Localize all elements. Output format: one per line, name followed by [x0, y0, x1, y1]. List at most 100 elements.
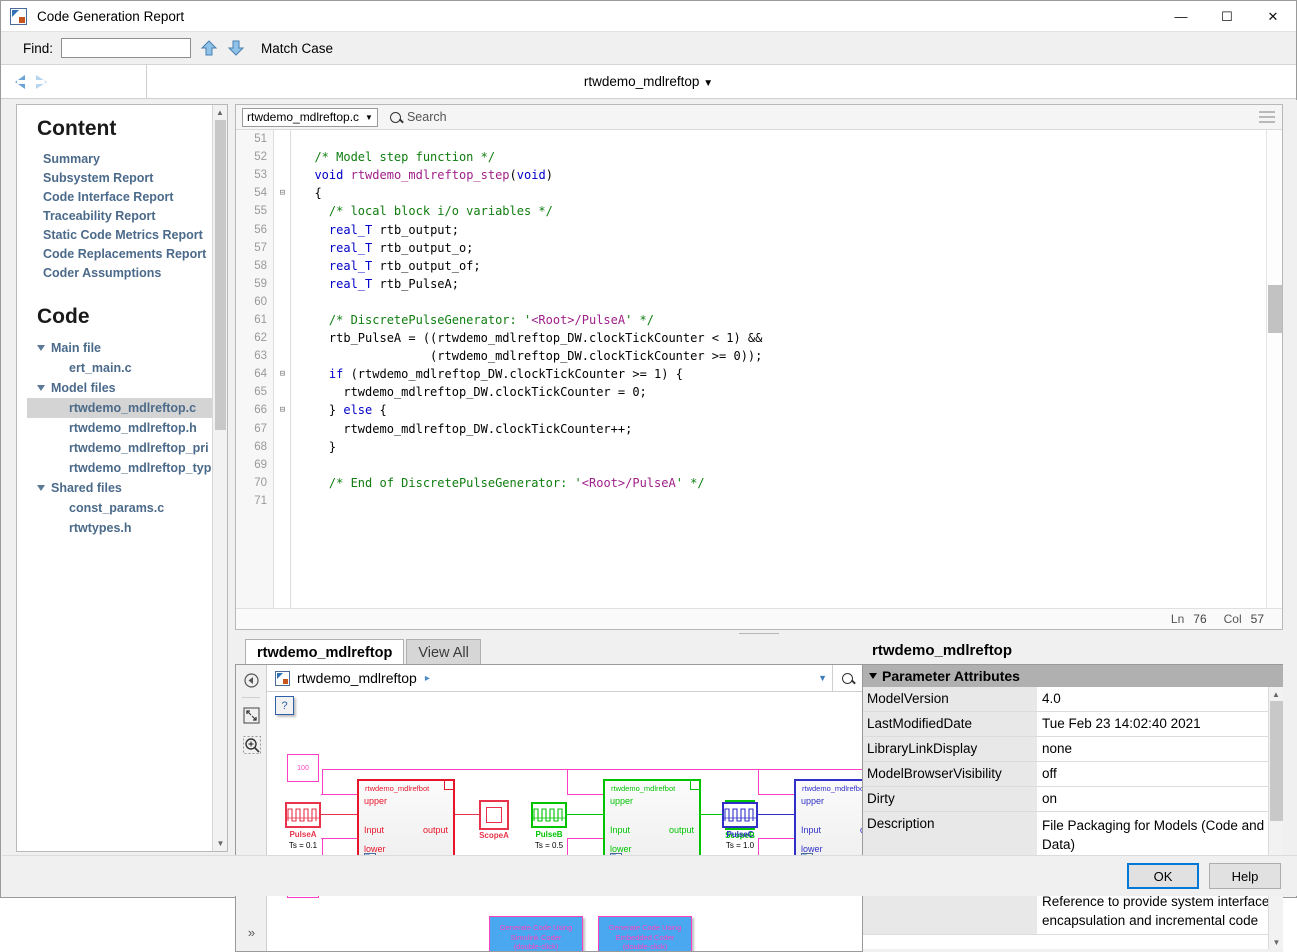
- fold-toggle-icon[interactable]: ⊟: [274, 405, 291, 415]
- line-number: 68: [254, 440, 267, 453]
- scroll-up-icon[interactable]: ▲: [213, 105, 227, 120]
- zoom-in-icon[interactable]: [236, 730, 267, 760]
- code-search[interactable]: Search: [389, 110, 447, 124]
- scrollbar-thumb[interactable]: [215, 120, 226, 430]
- horizontal-splitter[interactable]: [235, 631, 1283, 636]
- code-line[interactable]: 64 ⊟ if (rtwdemo_mdlreftop_DW.clockTickCo…: [236, 365, 1265, 383]
- code-lines[interactable]: 51 52 /* Model step function */53 void rt…: [236, 130, 1265, 510]
- sidebar-file-rtwtypes-h[interactable]: rtwtypes.h: [27, 518, 227, 538]
- report-title[interactable]: rtwdemo_mdlreftop ▼: [1, 74, 1296, 89]
- code-line[interactable]: 58 real_T rtb_output_of;: [236, 257, 1265, 275]
- sidebar-file-rtwdemo-mdlreftop-c[interactable]: rtwdemo_mdlreftop.c: [27, 398, 227, 418]
- fit-to-view-icon[interactable]: [236, 700, 267, 730]
- fold-toggle-icon[interactable]: ⊟: [274, 188, 291, 198]
- diagram-search-button[interactable]: [832, 665, 862, 691]
- minimize-icon[interactable]: —: [1158, 1, 1204, 32]
- scroll-down-icon[interactable]: ▼: [1269, 935, 1283, 949]
- sidebar-item-summary[interactable]: Summary: [27, 150, 227, 169]
- sidebar-item-subsystem-report[interactable]: Subsystem Report: [27, 169, 227, 188]
- close-icon[interactable]: ✕: [1250, 1, 1296, 32]
- code-line[interactable]: 59 real_T rtb_PulseA;: [236, 275, 1265, 293]
- PulseA-block[interactable]: [285, 802, 321, 828]
- breadcrumb-model-name[interactable]: rtwdemo_mdlreftop: [297, 670, 417, 686]
- code-line[interactable]: 65 rtwdemo_mdlreftop_DW.clockTickCounter…: [236, 383, 1265, 401]
- PulseB-block[interactable]: [531, 802, 567, 828]
- code-line[interactable]: 54 ⊟ {: [236, 184, 1265, 202]
- code-line[interactable]: 71: [236, 492, 1265, 510]
- code-line[interactable]: 52 /* Model step function */: [236, 148, 1265, 166]
- param-value: 4.0: [1037, 687, 1283, 711]
- table-row[interactable]: ModelBrowserVisibility off: [863, 762, 1283, 787]
- sidebar-file-rtwdemo-mdlreftop-private[interactable]: rtwdemo_mdlreftop_pri: [27, 438, 227, 458]
- scrollbar-thumb[interactable]: [1268, 285, 1282, 333]
- ScopeA-block[interactable]: [479, 800, 509, 830]
- sidebar-file-ert-main-c[interactable]: ert_main.c: [27, 358, 227, 378]
- wire-upper-a2: [321, 794, 357, 796]
- code-line[interactable]: 51: [236, 130, 1265, 148]
- param-section-header[interactable]: Parameter Attributes: [863, 664, 1283, 687]
- find-next-icon[interactable]: [227, 38, 245, 58]
- scrollbar-thumb[interactable]: [1270, 701, 1283, 821]
- code-line[interactable]: 68 }: [236, 438, 1265, 456]
- const-100-block[interactable]: 100: [287, 754, 319, 782]
- find-previous-icon[interactable]: [200, 38, 218, 58]
- ok-button[interactable]: OK: [1127, 863, 1199, 889]
- PulseC-block[interactable]: [722, 802, 758, 828]
- code-line[interactable]: 62 rtb_PulseA = ((rtwdemo_mdlreftop_DW.c…: [236, 329, 1265, 347]
- sidebar-item-traceability-report[interactable]: Traceability Report: [27, 207, 227, 226]
- sidebar-heading-content: Content: [37, 117, 117, 140]
- table-row[interactable]: LastModifiedDate Tue Feb 23 14:02:40 202…: [863, 712, 1283, 737]
- sidebar-file-rtwdemo-mdlreftop-h[interactable]: rtwdemo_mdlreftop.h: [27, 418, 227, 438]
- code-line[interactable]: 66 ⊟ } else {: [236, 401, 1265, 419]
- sidebar-group-main-file[interactable]: Main file: [27, 338, 227, 358]
- help-button[interactable]: Help: [1209, 863, 1281, 889]
- find-input[interactable]: [61, 38, 192, 58]
- scroll-down-icon[interactable]: ▼: [213, 836, 227, 851]
- code-line[interactable]: 61 /* DiscretePulseGenerator: '<Root>/Pu…: [236, 311, 1265, 329]
- table-row[interactable]: Dirty on: [863, 787, 1283, 812]
- sidebar-item-static-code-metrics-report[interactable]: Static Code Metrics Report: [27, 226, 227, 245]
- splitter-grip[interactable]: [739, 633, 779, 634]
- menu-icon[interactable]: [1259, 111, 1275, 126]
- match-case-label[interactable]: Match Case: [261, 41, 333, 56]
- param-scrollbar[interactable]: ▲ ▼: [1268, 687, 1283, 949]
- code-line[interactable]: 60: [236, 293, 1265, 311]
- sidebar-heading-code: Code: [37, 305, 90, 328]
- scroll-up-icon[interactable]: ▲: [1269, 687, 1283, 701]
- sidebar-group-model-files[interactable]: Model files: [27, 378, 227, 398]
- sidebar-item-code-interface-report[interactable]: Code Interface Report: [27, 188, 227, 207]
- sidebar-item-code-replacements-report[interactable]: Code Replacements Report: [27, 245, 227, 264]
- code-line[interactable]: 67 rtwdemo_mdlreftop_DW.clockTickCounter…: [236, 420, 1265, 438]
- code-text: if (rtwdemo_mdlreftop_DW.clockTickCounte…: [328, 367, 683, 382]
- code-line[interactable]: 55 /* local block i/o variables */: [236, 202, 1265, 220]
- tab-rtwdemo-mdlreftop[interactable]: rtwdemo_mdlreftop: [245, 639, 405, 665]
- code-line[interactable]: 63 (rtwdemo_mdlreftop_DW.clockTickCounte…: [236, 347, 1265, 365]
- more-icon[interactable]: »: [236, 917, 267, 947]
- table-row[interactable]: ModelVersion 4.0: [863, 687, 1283, 712]
- chevron-down-icon[interactable]: ▼: [818, 673, 827, 683]
- model-canvas[interactable]: ? 100 PulseA Ts = 0.1 rtwdemo_mdlrefbot …: [267, 692, 862, 951]
- sidebar-item-coder-assumptions[interactable]: Coder Assumptions: [27, 264, 227, 283]
- back-icon[interactable]: [236, 665, 267, 695]
- sidebar-file-rtwdemo-mdlreftop-types[interactable]: rtwdemo_mdlreftop_typ: [27, 458, 227, 478]
- table-row[interactable]: LibraryLinkDisplay none: [863, 737, 1283, 762]
- generate-simulink-coder-note[interactable]: Generate Code Using Simulink Coder (doub…: [489, 916, 583, 951]
- fold-toggle-icon[interactable]: ⊟: [274, 369, 291, 379]
- sidebar-group-shared-files[interactable]: Shared files: [27, 478, 227, 498]
- code-line[interactable]: 53 void rtwdemo_mdlreftop_step(void): [236, 166, 1265, 184]
- code-line[interactable]: 69: [236, 456, 1265, 474]
- generate-embedded-coder-note[interactable]: Generate Code Using Embedded Coder (doub…: [598, 916, 692, 951]
- help-badge[interactable]: ?: [275, 696, 294, 715]
- maximize-icon[interactable]: ☐: [1204, 1, 1250, 32]
- code-line[interactable]: 57 real_T rtb_output_o;: [236, 239, 1265, 257]
- content-sidebar: Content Summary Subsystem Report Code In…: [16, 104, 228, 852]
- param-key: ModelBrowserVisibility: [863, 762, 1037, 786]
- file-select-dropdown[interactable]: rtwdemo_mdlreftop.c ▼: [242, 107, 378, 127]
- code-vertical-scrollbar[interactable]: [1266, 130, 1282, 608]
- code-line[interactable]: 70 /* End of DiscretePulseGenerator: '<R…: [236, 474, 1265, 492]
- tab-view-all[interactable]: View All: [406, 639, 481, 665]
- code-line[interactable]: 56 real_T rtb_output;: [236, 220, 1265, 238]
- sidebar-scrollbar[interactable]: ▲ ▼: [212, 105, 227, 851]
- sidebar-file-const-params-c[interactable]: const_params.c: [27, 498, 227, 518]
- param-value: on: [1037, 787, 1283, 811]
